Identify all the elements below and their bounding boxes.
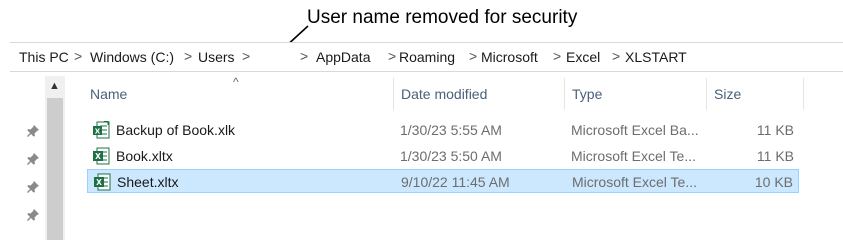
scroll-up-icon[interactable]: ▲: [49, 80, 60, 92]
file-type: Microsoft Excel Ba...: [571, 122, 699, 138]
file-type: Microsoft Excel Te...: [571, 148, 697, 164]
column-divider[interactable]: [393, 78, 394, 110]
file-size: 11 KB: [756, 148, 794, 164]
scrollbar-thumb[interactable]: [47, 98, 63, 240]
column-header-size[interactable]: Size: [714, 86, 741, 102]
chevron-right-icon[interactable]: >: [300, 48, 308, 64]
file-name: Sheet.xltx: [117, 174, 179, 190]
chevron-right-icon[interactable]: >: [184, 48, 192, 64]
annotation-label: User name removed for security: [307, 7, 578, 28]
breadcrumb-xlstart[interactable]: XLSTART: [625, 49, 687, 65]
breadcrumb-users[interactable]: Users: [198, 49, 235, 65]
svg-text:X: X: [96, 178, 102, 187]
file-date-modified: 1/30/23 5:55 AM: [400, 122, 502, 138]
column-divider[interactable]: [803, 78, 804, 110]
breadcrumb-appdata[interactable]: AppData: [316, 49, 370, 65]
column-header-type[interactable]: Type: [572, 86, 602, 102]
file-date-modified: 1/30/23 5:50 AM: [400, 148, 502, 164]
breadcrumb-microsoft[interactable]: Microsoft: [481, 49, 538, 65]
chevron-right-icon[interactable]: >: [388, 48, 396, 64]
excel-template-icon: X: [94, 173, 111, 191]
file-type: Microsoft Excel Te...: [572, 174, 698, 190]
file-size: 11 KB: [756, 122, 794, 138]
file-row[interactable]: X Sheet.xltx 9/10/22 11:45 AM Microsoft …: [87, 169, 799, 193]
pin-icon[interactable]: [26, 124, 40, 138]
breadcrumb-this-pc[interactable]: This PC: [19, 49, 69, 65]
excel-template-icon: X: [93, 147, 110, 165]
chevron-right-icon[interactable]: >: [242, 48, 250, 64]
chevron-right-icon[interactable]: >: [553, 48, 561, 64]
column-header-date-modified[interactable]: Date modified: [401, 86, 487, 102]
chevron-right-icon[interactable]: >: [74, 48, 82, 64]
sort-ascending-icon: ^: [233, 75, 239, 89]
svg-text:X: X: [95, 128, 101, 136]
svg-text:X: X: [95, 152, 101, 161]
file-name: Backup of Book.xlk: [116, 122, 236, 138]
column-header-name[interactable]: Name: [90, 86, 127, 102]
file-row[interactable]: X Backup of Book.xlk 1/30/23 5:55 AM Mic…: [87, 118, 799, 142]
file-row[interactable]: X Book.xltx 1/30/23 5:50 AM Microsoft Ex…: [87, 144, 799, 168]
pin-icon[interactable]: [26, 152, 40, 166]
address-bar[interactable]: This PC > Windows (C:) > Users > > AppDa…: [10, 42, 843, 72]
column-divider[interactable]: [564, 78, 565, 110]
chevron-right-icon[interactable]: >: [612, 48, 620, 64]
file-date-modified: 9/10/22 11:45 AM: [401, 174, 510, 190]
excel-backup-icon: X: [93, 121, 110, 139]
column-divider[interactable]: [706, 78, 707, 110]
file-size: 10 KB: [754, 174, 793, 190]
pin-icon[interactable]: [26, 180, 40, 194]
pin-icon[interactable]: [26, 208, 40, 222]
breadcrumb-windows-c[interactable]: Windows (C:): [90, 49, 174, 65]
breadcrumb-roaming[interactable]: Roaming: [399, 49, 455, 65]
breadcrumb-excel[interactable]: Excel: [566, 49, 600, 65]
file-name: Book.xltx: [116, 148, 173, 164]
chevron-right-icon[interactable]: >: [469, 48, 477, 64]
nav-pane-scrollbar[interactable]: ▲: [45, 76, 65, 240]
